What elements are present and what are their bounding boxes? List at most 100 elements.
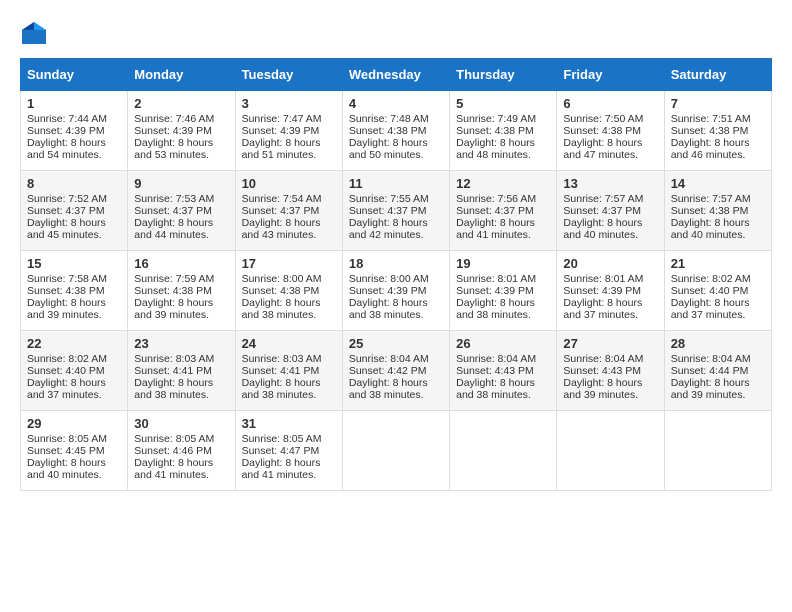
header-row: SundayMondayTuesdayWednesdayThursdayFrid… — [21, 59, 772, 91]
calendar-cell: 25Sunrise: 8:04 AMSunset: 4:42 PMDayligh… — [342, 331, 449, 411]
calendar-cell: 26Sunrise: 8:04 AMSunset: 4:43 PMDayligh… — [450, 331, 557, 411]
day-number: 26 — [456, 336, 550, 351]
daylight-text: Daylight: 8 hours and 38 minutes. — [456, 377, 535, 401]
calendar-week-5: 29Sunrise: 8:05 AMSunset: 4:45 PMDayligh… — [21, 411, 772, 491]
daylight-text: Daylight: 8 hours and 41 minutes. — [242, 457, 321, 481]
day-number: 19 — [456, 256, 550, 271]
calendar-cell: 3Sunrise: 7:47 AMSunset: 4:39 PMDaylight… — [235, 91, 342, 171]
daylight-text: Daylight: 8 hours and 38 minutes. — [349, 297, 428, 321]
sunset-text: Sunset: 4:43 PM — [456, 365, 534, 377]
calendar-cell: 5Sunrise: 7:49 AMSunset: 4:38 PMDaylight… — [450, 91, 557, 171]
page-header — [20, 20, 772, 48]
calendar-cell: 28 Sunrise: 8:04 AMSunset: 4:44 PMDayligh… — [664, 331, 771, 411]
sunrise-text: Sunrise: 7:57 AM — [671, 193, 751, 205]
day-number: 17 — [242, 256, 336, 271]
calendar-week-2: 8Sunrise: 7:52 AMSunset: 4:37 PMDaylight… — [21, 171, 772, 251]
day-number: 10 — [242, 176, 336, 191]
sunset-text: Sunset: 4:40 PM — [27, 365, 105, 377]
sunrise-text: Sunrise: 7:48 AM — [349, 113, 429, 125]
daylight-text: Daylight: 8 hours and 43 minutes. — [242, 217, 321, 241]
header-day-tuesday: Tuesday — [235, 59, 342, 91]
sunrise-text: Sunrise: 8:04 AM — [349, 353, 429, 365]
calendar-week-1: 1Sunrise: 7:44 AMSunset: 4:39 PMDaylight… — [21, 91, 772, 171]
calendar-cell: 2Sunrise: 7:46 AMSunset: 4:39 PMDaylight… — [128, 91, 235, 171]
sunrise-text: Sunrise: 8:03 AM — [134, 353, 214, 365]
day-number: 30 — [134, 416, 228, 431]
sunrise-text: Sunrise: 7:53 AM — [134, 193, 214, 205]
sunset-text: Sunset: 4:39 PM — [27, 125, 105, 137]
sunrise-text: Sunrise: 8:05 AM — [27, 433, 107, 445]
header-day-saturday: Saturday — [664, 59, 771, 91]
logo — [20, 20, 52, 48]
sunrise-text: Sunrise: 7:46 AM — [134, 113, 214, 125]
calendar-cell: 9 Sunrise: 7:53 AMSunset: 4:37 PMDaylight… — [128, 171, 235, 251]
sunset-text: Sunset: 4:41 PM — [134, 365, 212, 377]
calendar-cell: 15Sunrise: 7:58 AMSunset: 4:38 PMDayligh… — [21, 251, 128, 331]
calendar-cell — [342, 411, 449, 491]
sunset-text: Sunset: 4:39 PM — [563, 285, 641, 297]
sunrise-text: Sunrise: 8:02 AM — [27, 353, 107, 365]
calendar-week-4: 22Sunrise: 8:02 AMSunset: 4:40 PMDayligh… — [21, 331, 772, 411]
calendar-cell: 30Sunrise: 8:05 AMSunset: 4:46 PMDayligh… — [128, 411, 235, 491]
sunrise-text: Sunrise: 7:44 AM — [27, 113, 107, 125]
calendar-cell: 23Sunrise: 8:03 AMSunset: 4:41 PMDayligh… — [128, 331, 235, 411]
sunrise-text: Sunrise: 7:50 AM — [563, 113, 643, 125]
daylight-text: Daylight: 8 hours and 37 minutes. — [27, 377, 106, 401]
daylight-text: Daylight: 8 hours and 41 minutes. — [456, 217, 535, 241]
day-number: 8 — [27, 176, 121, 191]
calendar-cell: 31Sunrise: 8:05 AMSunset: 4:47 PMDayligh… — [235, 411, 342, 491]
daylight-text: Daylight: 8 hours and 44 minutes. — [134, 217, 213, 241]
calendar-cell — [450, 411, 557, 491]
sunset-text: Sunset: 4:38 PM — [134, 285, 212, 297]
day-number: 22 — [27, 336, 121, 351]
day-number: 15 — [27, 256, 121, 271]
calendar-cell: 29Sunrise: 8:05 AMSunset: 4:45 PMDayligh… — [21, 411, 128, 491]
day-number: 24 — [242, 336, 336, 351]
calendar-cell: 14Sunrise: 7:57 AMSunset: 4:38 PMDayligh… — [664, 171, 771, 251]
day-number: 9 — [134, 176, 228, 191]
header-day-friday: Friday — [557, 59, 664, 91]
day-number: 25 — [349, 336, 443, 351]
sunrise-text: Sunrise: 8:02 AM — [671, 273, 751, 285]
sunset-text: Sunset: 4:37 PM — [456, 205, 534, 217]
header-day-monday: Monday — [128, 59, 235, 91]
day-number: 2 — [134, 96, 228, 111]
sunrise-text: Sunrise: 7:58 AM — [27, 273, 107, 285]
sunset-text: Sunset: 4:38 PM — [671, 125, 749, 137]
calendar-cell: 6Sunrise: 7:50 AMSunset: 4:38 PMDaylight… — [557, 91, 664, 171]
day-number: 23 — [134, 336, 228, 351]
sunrise-text: Sunrise: 8:04 AM — [671, 353, 751, 365]
daylight-text: Daylight: 8 hours and 40 minutes. — [27, 457, 106, 481]
sunrise-text: Sunrise: 8:05 AM — [242, 433, 322, 445]
sunrise-text: Sunrise: 8:00 AM — [242, 273, 322, 285]
daylight-text: Daylight: 8 hours and 50 minutes. — [349, 137, 428, 161]
calendar-cell: 24Sunrise: 8:03 AMSunset: 4:41 PMDayligh… — [235, 331, 342, 411]
sunrise-text: Sunrise: 7:55 AM — [349, 193, 429, 205]
sunset-text: Sunset: 4:38 PM — [27, 285, 105, 297]
calendar-cell: 17Sunrise: 8:00 AMSunset: 4:38 PMDayligh… — [235, 251, 342, 331]
sunset-text: Sunset: 4:37 PM — [349, 205, 427, 217]
sunrise-text: Sunrise: 8:01 AM — [563, 273, 643, 285]
calendar-cell: 1Sunrise: 7:44 AMSunset: 4:39 PMDaylight… — [21, 91, 128, 171]
sunset-text: Sunset: 4:37 PM — [134, 205, 212, 217]
sunset-text: Sunset: 4:45 PM — [27, 445, 105, 457]
calendar-cell: 27Sunrise: 8:04 AMSunset: 4:43 PMDayligh… — [557, 331, 664, 411]
calendar-cell: 19Sunrise: 8:01 AMSunset: 4:39 PMDayligh… — [450, 251, 557, 331]
daylight-text: Daylight: 8 hours and 46 minutes. — [671, 137, 750, 161]
calendar-cell: 4Sunrise: 7:48 AMSunset: 4:38 PMDaylight… — [342, 91, 449, 171]
daylight-text: Daylight: 8 hours and 38 minutes. — [456, 297, 535, 321]
calendar-cell — [664, 411, 771, 491]
daylight-text: Daylight: 8 hours and 38 minutes. — [349, 377, 428, 401]
sunset-text: Sunset: 4:38 PM — [671, 205, 749, 217]
calendar-cell: 22 Sunrise: 8:02 AMSunset: 4:40 PMDayligh… — [21, 331, 128, 411]
sunrise-text: Sunrise: 8:00 AM — [349, 273, 429, 285]
day-number: 20 — [563, 256, 657, 271]
sunset-text: Sunset: 4:44 PM — [671, 365, 749, 377]
calendar-week-3: 15Sunrise: 7:58 AMSunset: 4:38 PMDayligh… — [21, 251, 772, 331]
sunrise-text: Sunrise: 8:03 AM — [242, 353, 322, 365]
day-number: 28 — [671, 336, 765, 351]
daylight-text: Daylight: 8 hours and 42 minutes. — [349, 217, 428, 241]
day-number: 27 — [563, 336, 657, 351]
daylight-text: Daylight: 8 hours and 39 minutes. — [671, 377, 750, 401]
day-number: 6 — [563, 96, 657, 111]
